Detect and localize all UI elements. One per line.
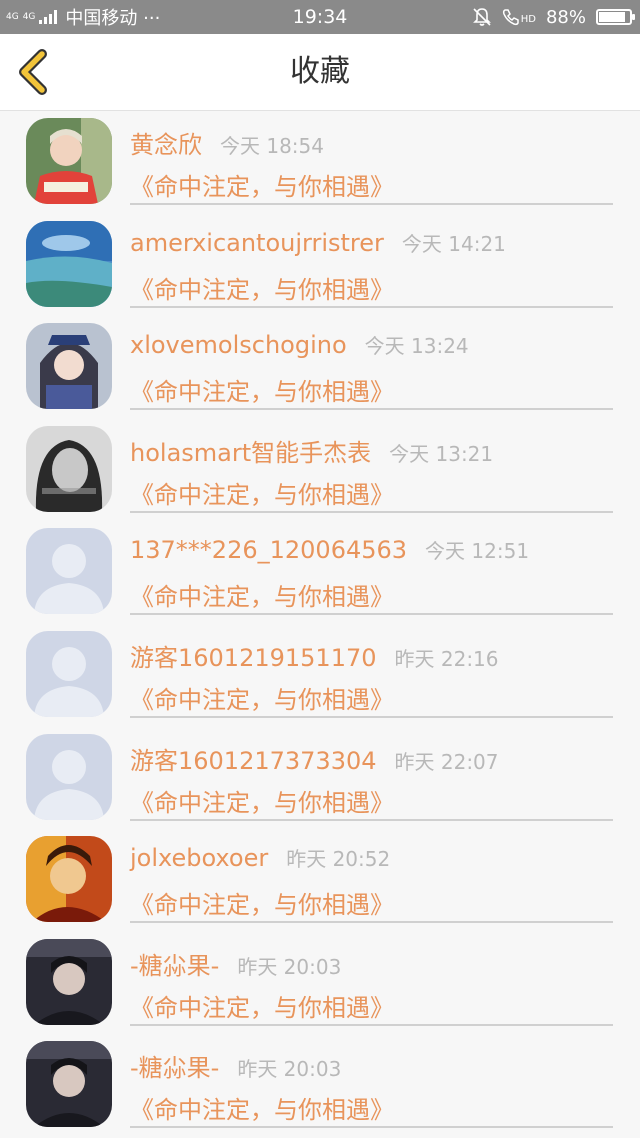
timestamp: 今天 13:24 (364, 334, 469, 359)
story-title[interactable]: 《命中注定，与你相遇》 (130, 167, 394, 202)
timestamp: 今天 18:54 (220, 134, 324, 158)
username[interactable]: 137***226_120064563 (130, 536, 407, 564)
list-item[interactable]: 游客1601217373304 昨天 22:07 《命中注定，与你相遇》 (0, 727, 640, 830)
list-item-content: amerxicantoujrristrer 今天 14:21 《命中注定，与你相… (130, 214, 613, 308)
list-item-content: 游客1601217373304 昨天 22:07 《命中注定，与你相遇》 (130, 727, 613, 821)
avatar[interactable] (26, 938, 112, 1025)
battery-percent: 88% (545, 6, 586, 28)
username[interactable]: 游客1601219151170 (130, 638, 377, 673)
avatar-image (26, 323, 112, 410)
avatar[interactable] (26, 118, 112, 204)
avatar[interactable] (26, 630, 112, 717)
timestamp: 今天 13:21 (389, 441, 494, 466)
avatar-image (26, 836, 112, 923)
list-item-header: -糖尛果- 昨天 20:03 (130, 946, 341, 980)
list-item-header: holasmart智能手杰表 今天 13:21 (130, 433, 493, 467)
avatar[interactable] (26, 323, 112, 410)
username[interactable]: 游客1601217373304 (130, 741, 377, 776)
list-item[interactable]: -糖尛果- 昨天 20:03 《命中注定，与你相遇》 (0, 932, 640, 1035)
story-title[interactable]: 《命中注定，与你相遇》 (130, 988, 394, 1023)
avatar[interactable] (26, 220, 112, 307)
list-item[interactable]: amerxicantoujrristrer 今天 14:21 《命中注定，与你相… (0, 214, 640, 317)
avatar-image (26, 425, 112, 512)
list-item[interactable]: 137***226_120064563 今天 12:51 《命中注定，与你相遇》 (0, 521, 640, 624)
list-item[interactable]: xlovemolschogino 今天 13:24 《命中注定，与你相遇》 (0, 316, 640, 419)
story-title[interactable]: 《命中注定，与你相遇》 (130, 475, 394, 510)
battery-icon (596, 9, 635, 25)
list-item-content: 黄念欣 今天 18:54 《命中注定，与你相遇》 (130, 111, 613, 205)
username[interactable]: holasmart智能手杰表 (130, 433, 371, 468)
username[interactable]: -糖尛果- (130, 1048, 219, 1083)
list-item[interactable]: 黄念欣 今天 18:54 《命中注定，与你相遇》 (0, 111, 640, 214)
story-title[interactable]: 《命中注定，与你相遇》 (130, 372, 394, 407)
avatar-image (26, 938, 112, 1025)
avatar-image (26, 220, 112, 307)
status-bar: 4G 4G 中国移动 ··· 19:34 HD 88% (0, 0, 640, 34)
timestamp: 今天 12:51 (425, 539, 530, 564)
list-item-content: xlovemolschogino 今天 13:24 《命中注定，与你相遇》 (130, 316, 613, 411)
list-item-header: 137***226_120064563 今天 12:51 (130, 535, 529, 569)
story-title[interactable]: 《命中注定，与你相遇》 (130, 885, 394, 920)
list-item-header: -糖尛果- 昨天 20:03 (130, 1048, 341, 1082)
avatar-image (26, 733, 112, 820)
list-item[interactable]: 游客1601219151170 昨天 22:16 《命中注定，与你相遇》 (0, 624, 640, 727)
username[interactable]: 黄念欣 (130, 125, 202, 160)
avatar[interactable] (26, 836, 112, 923)
list-item-content: -糖尛果- 昨天 20:03 《命中注定，与你相遇》 (130, 932, 613, 1026)
story-title[interactable]: 《命中注定，与你相遇》 (130, 783, 394, 818)
timestamp: 昨天 20:52 (286, 847, 391, 872)
avatar[interactable] (26, 1041, 112, 1128)
avatar-image (26, 528, 112, 615)
avatar[interactable] (26, 733, 112, 820)
timestamp: 今天 14:21 (401, 231, 506, 256)
list-item[interactable]: jolxeboxoer 昨天 20:52 《命中注定，与你相遇》 (0, 829, 640, 932)
list-item-content: 137***226_120064563 今天 12:51 《命中注定，与你相遇》 (130, 521, 613, 616)
avatar-image (26, 118, 112, 204)
list-item-content: 游客1601219151170 昨天 22:16 《命中注定，与你相遇》 (130, 624, 613, 718)
avatar[interactable] (26, 528, 112, 615)
hd-label: HD (520, 14, 536, 25)
list-item-header: 游客1601219151170 昨天 22:16 (130, 638, 499, 672)
list-item-content: holasmart智能手杰表 今天 13:21 《命中注定，与你相遇》 (130, 419, 613, 513)
navigation-bar: 收藏 (0, 34, 640, 111)
timestamp: 昨天 22:16 (394, 646, 499, 671)
list-item[interactable]: holasmart智能手杰表 今天 13:21 《命中注定，与你相遇》 (0, 419, 640, 522)
timestamp: 昨天 22:07 (394, 749, 499, 774)
story-title[interactable]: 《命中注定，与你相遇》 (130, 680, 394, 715)
story-title[interactable]: 《命中注定，与你相遇》 (130, 1090, 394, 1125)
list-item-header: jolxeboxoer 昨天 20:52 (130, 843, 390, 877)
timestamp: 昨天 20:03 (237, 954, 342, 979)
favorites-list: 黄念欣 今天 18:54 《命中注定，与你相遇》 amerxicantoujrr… (0, 111, 640, 1137)
avatar[interactable] (26, 425, 112, 512)
username[interactable]: amerxicantoujrristrer (130, 229, 384, 257)
list-item-header: 黄念欣 今天 18:54 (130, 125, 324, 159)
list-item-header: amerxicantoujrristrer 今天 14:21 (130, 228, 506, 262)
page-title: 收藏 (290, 54, 350, 89)
username[interactable]: jolxeboxoer (130, 844, 268, 872)
story-title[interactable]: 《命中注定，与你相遇》 (130, 270, 394, 305)
list-item-content: jolxeboxoer 昨天 20:52 《命中注定，与你相遇》 (130, 829, 613, 924)
username[interactable]: -糖尛果- (130, 946, 219, 981)
list-item[interactable]: -糖尛果- 昨天 20:03 《命中注定，与你相遇》 (0, 1034, 640, 1137)
hd-call-icon: HD (502, 8, 536, 26)
story-title[interactable]: 《命中注定，与你相遇》 (130, 577, 394, 612)
avatar-image (26, 630, 112, 717)
list-item-header: 游客1601217373304 昨天 22:07 (130, 741, 499, 775)
list-item-header: xlovemolschogino 今天 13:24 (130, 330, 469, 364)
timestamp: 昨天 20:03 (237, 1057, 342, 1082)
avatar-image (26, 1041, 112, 1128)
username[interactable]: xlovemolschogino (130, 331, 347, 359)
bell-mute-icon (472, 8, 491, 26)
status-right: HD 88% (472, 0, 635, 34)
list-item-content: -糖尛果- 昨天 20:03 《命中注定，与你相遇》 (130, 1034, 613, 1129)
